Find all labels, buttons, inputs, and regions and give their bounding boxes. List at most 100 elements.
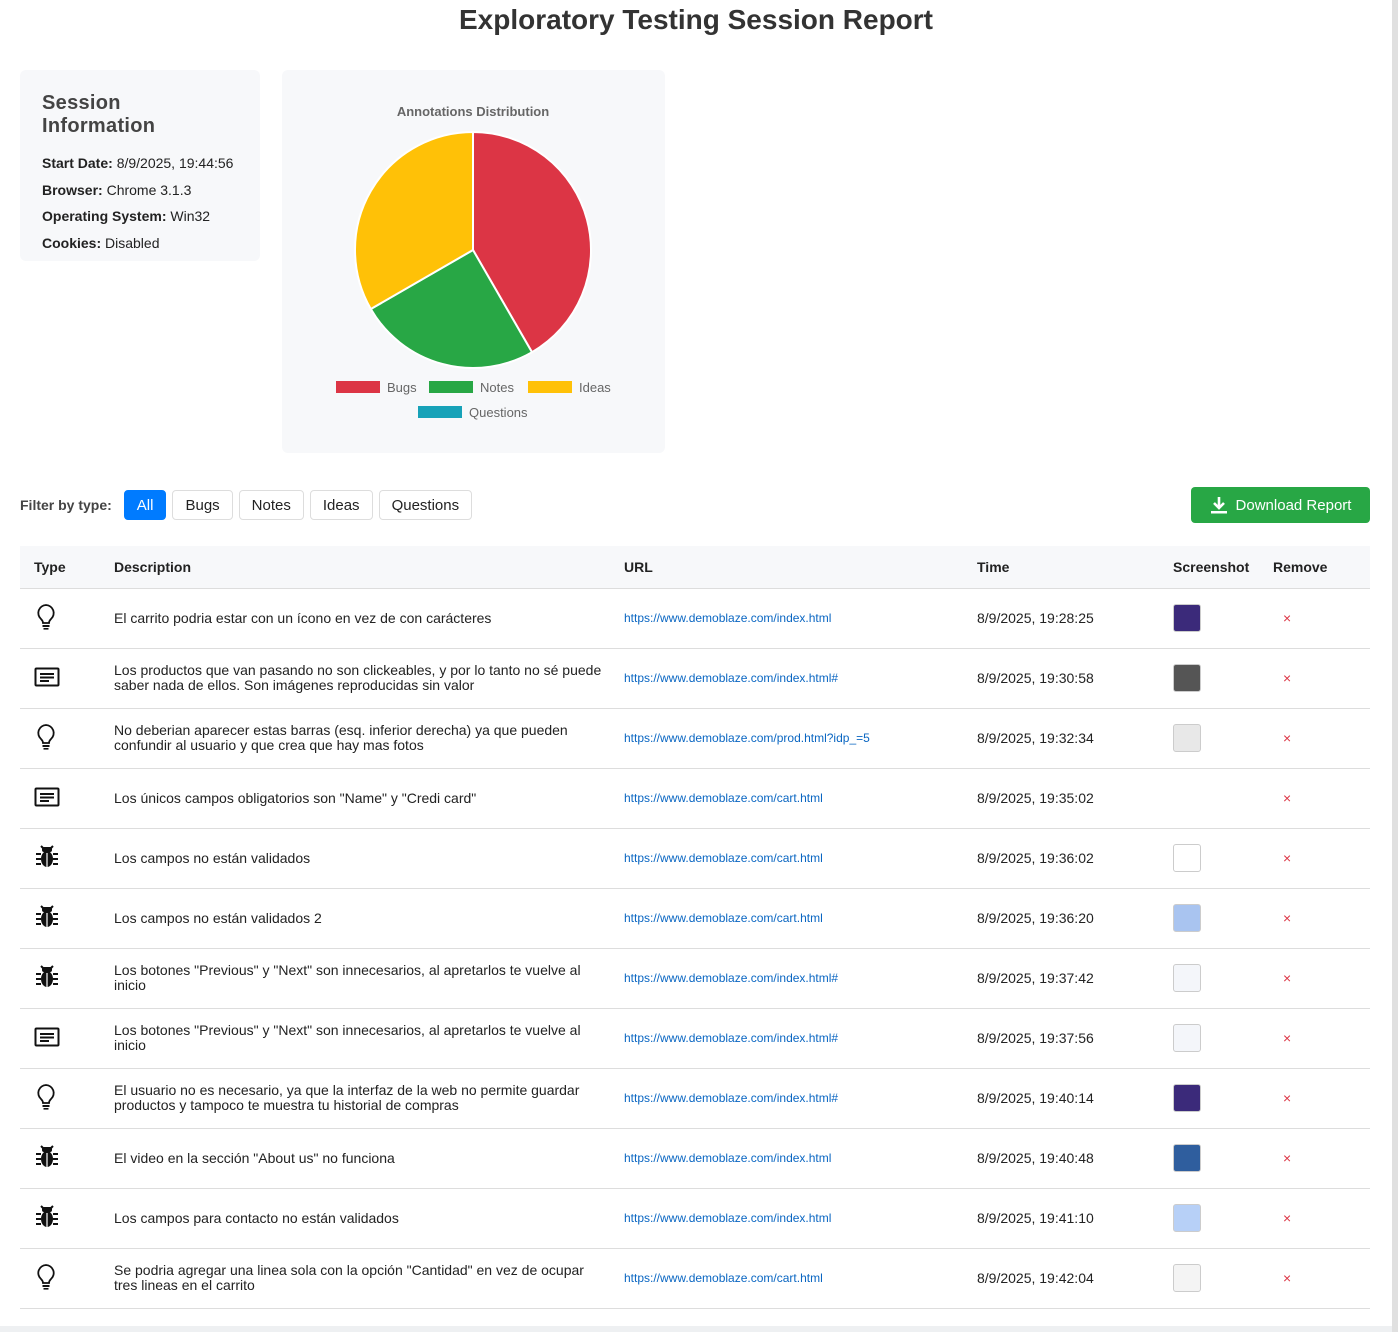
filter-notes-button[interactable]: Notes — [238, 490, 304, 520]
description: Los campos no están validados — [100, 828, 610, 889]
field-label: Operating System: — [42, 208, 167, 224]
url-link[interactable]: https://www.demoblaze.com/index.html# — [624, 971, 838, 985]
table-row: Los únicos campos obligatorios son "Name… — [20, 768, 1370, 829]
table-row: Los campos no están validados 2 https://… — [20, 888, 1370, 949]
description: Se podria agregar una linea sola con la … — [100, 1248, 610, 1309]
field-value: Disabled — [105, 234, 160, 251]
time: 8/9/2025, 19:41:10 — [963, 1188, 1159, 1249]
remove-button[interactable]: × — [1283, 910, 1291, 926]
url-link[interactable]: https://www.demoblaze.com/index.html# — [624, 1031, 838, 1045]
screenshot-thumbnail[interactable] — [1173, 964, 1201, 992]
description: Los productos que van pasando no son cli… — [100, 648, 610, 709]
note-icon — [34, 667, 60, 690]
screenshot-thumbnail[interactable] — [1173, 1144, 1201, 1172]
column-header: Screenshot — [1159, 546, 1259, 589]
download-label: Download Report — [1235, 496, 1352, 514]
filter-ideas-button[interactable]: Ideas — [309, 490, 373, 520]
url-link[interactable]: https://www.demoblaze.com/index.html# — [624, 1091, 838, 1105]
legend-label-notes[interactable]: Notes — [480, 380, 514, 395]
url-link[interactable]: https://www.demoblaze.com/index.html — [624, 611, 831, 625]
url-link[interactable]: https://www.demoblaze.com/cart.html — [624, 1271, 823, 1285]
field-label: Cookies: — [42, 234, 102, 251]
time: 8/9/2025, 19:37:56 — [963, 1008, 1159, 1069]
url-link[interactable]: https://www.demoblaze.com/cart.html — [624, 791, 823, 805]
table-row: Los botones "Previous" y "Next" son inne… — [20, 1008, 1370, 1069]
legend-swatch-questions[interactable] — [418, 406, 462, 418]
filter-bugs-button[interactable]: Bugs — [172, 490, 233, 520]
bug-icon — [34, 904, 60, 933]
bug-icon — [34, 1204, 60, 1233]
url-link[interactable]: https://www.demoblaze.com/cart.html — [624, 851, 823, 865]
url-link[interactable]: https://www.demoblaze.com/cart.html — [624, 911, 823, 925]
description: El usuario no es necesario, ya que la in… — [100, 1068, 610, 1129]
chart-card: Annotations Distribution Bugs Notes Ideas Qu… — [282, 70, 665, 453]
screenshot-thumbnail[interactable] — [1173, 1024, 1201, 1052]
table-row: El video en la sección "About us" no fun… — [20, 1128, 1370, 1189]
remove-button[interactable]: × — [1283, 850, 1291, 866]
annotations-table: Type Description URL Time Screenshot Remove E… — [20, 546, 1370, 1309]
url-link[interactable]: https://www.demoblaze.com/index.html — [624, 1151, 831, 1165]
description: Los campos no están validados 2 — [100, 888, 610, 949]
screenshot-thumbnail[interactable] — [1173, 664, 1201, 692]
legend-label-questions[interactable]: Questions — [469, 405, 528, 420]
column-header: Description — [100, 546, 610, 589]
session-field: Start Date: 8/9/2025, 19:44:56 — [42, 150, 238, 177]
description: Los campos para contacto no están valida… — [100, 1188, 610, 1249]
bug-icon — [34, 844, 60, 873]
screenshot-thumbnail[interactable] — [1173, 1264, 1201, 1292]
legend-swatch-bugs[interactable] — [336, 381, 380, 393]
description: Los únicos campos obligatorios son "Name… — [100, 768, 610, 829]
screenshot-thumbnail[interactable] — [1173, 844, 1201, 872]
field-value: 8/9/2025, 19:44:56 — [116, 155, 234, 171]
column-header: Remove — [1259, 546, 1370, 589]
screenshot-thumbnail[interactable] — [1173, 904, 1201, 932]
session-heading: Session Information — [42, 92, 156, 137]
screenshot-thumbnail[interactable] — [1173, 604, 1201, 632]
screenshot-thumbnail[interactable] — [1173, 1204, 1201, 1232]
note-icon — [34, 1027, 60, 1050]
field-value: Win32 — [170, 208, 211, 224]
time: 8/9/2025, 19:37:42 — [963, 948, 1159, 1009]
remove-button[interactable]: × — [1283, 670, 1291, 686]
field-value: Chrome 3.1.3 — [106, 181, 192, 198]
url-link[interactable]: https://www.demoblaze.com/index.html# — [624, 671, 838, 685]
session-field: Browser: Chrome 3.1.3 — [42, 177, 238, 204]
screenshot-thumbnail[interactable] — [1173, 1084, 1201, 1112]
filter-questions-button[interactable]: Questions — [378, 490, 473, 520]
table-row: Los productos que van pasando no son cli… — [20, 648, 1370, 709]
remove-button[interactable]: × — [1283, 970, 1291, 986]
filter-all-button[interactable]: All — [123, 490, 167, 520]
remove-button[interactable]: × — [1283, 1270, 1291, 1286]
table-row: Los botones "Previous" y "Next" son inne… — [20, 948, 1370, 1009]
idea-icon — [34, 603, 58, 634]
url-link[interactable]: https://www.demoblaze.com/prod.html?idp_… — [624, 731, 870, 745]
legend-swatch-notes[interactable] — [429, 381, 473, 393]
remove-button[interactable]: × — [1283, 1030, 1291, 1046]
remove-button[interactable]: × — [1283, 610, 1291, 626]
remove-button[interactable]: × — [1283, 730, 1291, 746]
screenshot-thumbnail[interactable] — [1173, 724, 1201, 752]
table-row: Los campos para contacto no están valida… — [20, 1188, 1370, 1249]
time: 8/9/2025, 19:35:02 — [963, 768, 1159, 829]
session-field: Operating System: Win32 — [42, 203, 238, 230]
filter-bar: Filter by type: All Bugs Notes Ideas Questio… — [20, 490, 473, 520]
idea-icon — [34, 723, 58, 754]
bug-icon — [34, 964, 60, 993]
scrollbar[interactable] — [1392, 0, 1398, 1332]
annotations-pie-chart: Annotations Distribution Bugs Notes Ideas Qu… — [336, 104, 611, 420]
remove-button[interactable]: × — [1283, 790, 1291, 806]
url-link[interactable]: https://www.demoblaze.com/index.html — [624, 1211, 831, 1225]
field-label: Start Date: — [42, 155, 113, 171]
table-row: No deberian aparecer estas barras (esq. … — [20, 708, 1370, 769]
remove-button[interactable]: × — [1283, 1150, 1291, 1166]
legend-swatch-ideas[interactable] — [528, 381, 572, 393]
idea-icon — [34, 1083, 58, 1114]
time: 8/9/2025, 19:42:04 — [963, 1248, 1159, 1309]
remove-button[interactable]: × — [1283, 1090, 1291, 1106]
legend-label-bugs[interactable]: Bugs — [387, 380, 417, 395]
remove-button[interactable]: × — [1283, 1210, 1291, 1226]
download-report-button[interactable]: Download Report — [1191, 487, 1370, 523]
column-header: Time — [963, 546, 1159, 589]
legend-label-ideas[interactable]: Ideas — [579, 380, 611, 395]
description: Los botones "Previous" y "Next" son inne… — [100, 1008, 610, 1069]
